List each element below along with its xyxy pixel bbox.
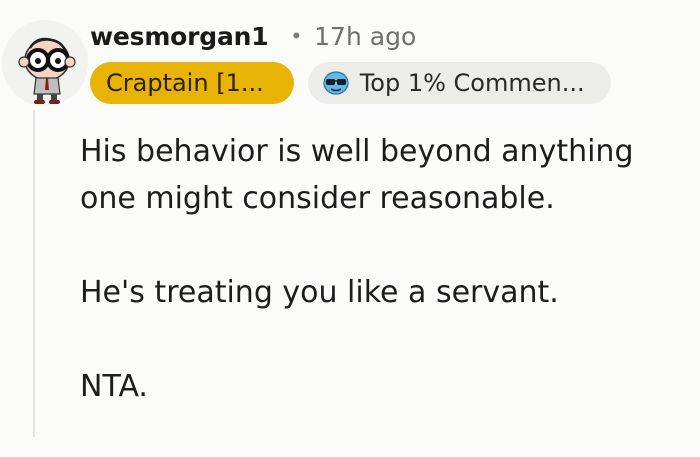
comment-line: His behavior is well beyond anything	[80, 134, 634, 169]
comment-header: wesmorgan1 • 17h ago	[90, 14, 416, 58]
sunglasses-emoji-icon	[322, 70, 350, 96]
comment-line: one might consider reasonable.	[80, 181, 555, 216]
user-avatar[interactable]	[2, 20, 88, 106]
cartoon-glasses-avatar-icon	[18, 37, 76, 104]
comment-paragraph: NTA.	[80, 363, 700, 410]
top-commenter-badge[interactable]: Top 1% Commen...	[307, 62, 611, 104]
badge-row: Craptain [1... Top 1% Commen...	[90, 62, 611, 104]
award-label: Top 1% Commen...	[359, 69, 585, 97]
comment-line: NTA.	[80, 369, 148, 404]
comment-paragraph: He's treating you like a servant.	[80, 269, 700, 316]
separator-dot: •	[292, 23, 301, 48]
comment-line: He's treating you like a servant.	[80, 275, 559, 310]
user-flair[interactable]: Craptain [1...	[90, 62, 294, 104]
comment-body: His behavior is well beyond anything one…	[80, 128, 700, 457]
comment-paragraph: His behavior is well beyond anything one…	[80, 128, 700, 222]
comment-timestamp[interactable]: 17h ago	[314, 22, 416, 51]
author-username[interactable]: wesmorgan1	[90, 22, 269, 51]
thread-line[interactable]	[33, 110, 35, 437]
